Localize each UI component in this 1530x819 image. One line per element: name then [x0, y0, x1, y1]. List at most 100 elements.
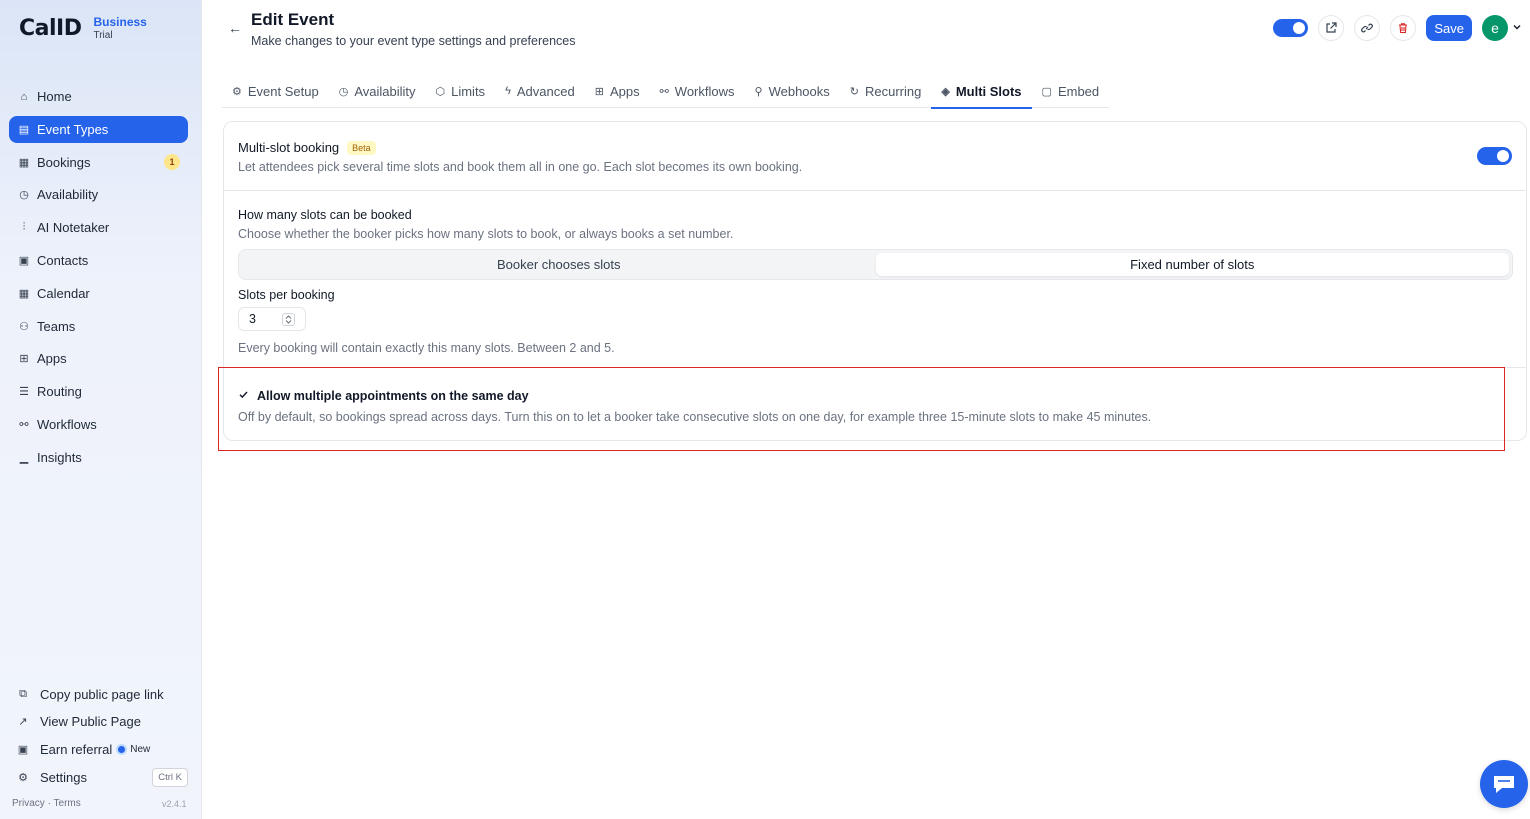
multi-slot-toggle[interactable] [1477, 147, 1512, 165]
multi-slot-header: Multi-slot booking Beta Let attendees pi… [224, 122, 1526, 191]
multi-slot-card: Multi-slot booking Beta Let attendees pi… [223, 121, 1527, 441]
back-arrow-icon[interactable]: ← [228, 20, 242, 36]
tab-workflows[interactable]: ⚯ Workflows [650, 74, 745, 108]
sidebar-item-label: Apps [37, 351, 67, 367]
sidebar-item-label: Workflows [37, 416, 97, 432]
sidebar-item-apps[interactable]: ⊞ Apps [9, 345, 188, 372]
terms-link[interactable]: Terms [54, 798, 81, 809]
sidebar-item-label: Event Types [37, 121, 109, 137]
new-badge: New [130, 743, 151, 755]
tab-apps[interactable]: ⊞ Apps [585, 74, 650, 108]
tab-embed-icon: ▢ [1041, 85, 1052, 98]
sidebar-bottom-view-public-page[interactable]: ↗ View Public Page [16, 711, 188, 733]
stepper-arrows-icon[interactable] [282, 313, 295, 326]
chat-icon [1494, 776, 1514, 793]
chat-button[interactable] [1480, 760, 1528, 808]
delete-button[interactable] [1390, 15, 1417, 41]
sidebar-bottom-settings[interactable]: ⚙ Settings Ctrl K [16, 766, 188, 788]
divider [224, 367, 1526, 368]
slots-count-description: Choose whether the booker picks how many… [238, 227, 734, 241]
sidebar-item-calendar[interactable]: ▦ Calendar [9, 280, 188, 307]
link-icon [1361, 23, 1374, 33]
privacy-link[interactable]: Privacy [12, 798, 45, 809]
tab-recurring[interactable]: ↻ Recurring [840, 74, 932, 108]
tab-label: Embed [1057, 83, 1100, 99]
external-link-button[interactable] [1318, 15, 1345, 41]
tab-label: Apps [609, 83, 640, 99]
sidebar-item-label: AI Notetaker [37, 220, 110, 236]
slots-count-title: How many slots can be booked [238, 208, 412, 222]
sidebar-bottom-earn-referral[interactable]: ▣ Earn referral New [16, 738, 188, 760]
sidebar-bottom-nav: ⧉ Copy public page link ↗ View Public Page ▣… [16, 683, 188, 794]
slots-per-booking-label: Slots per booking [238, 288, 335, 302]
sidebar: CalID Business Trial ⌂ Home ▤ Event Types ▦ B… [0, 0, 202, 819]
contact-icon: ▣ [18, 254, 30, 267]
allow-same-day-checkbox[interactable]: Allow multiple appointments on the same … [238, 389, 529, 403]
tab-label: Availability [354, 83, 416, 99]
brand[interactable]: CalID Business Trial [19, 16, 147, 42]
copy-link-button[interactable] [1354, 15, 1381, 41]
plan-badge: Business Trial [93, 16, 146, 42]
sidebar-item-teams[interactable]: ⚇ Teams [9, 313, 188, 340]
booker-chooses-option[interactable]: Booker chooses slots [242, 253, 876, 276]
sidebar-item-home[interactable]: ⌂ Home [9, 83, 188, 110]
gift-icon: ▣ [17, 743, 29, 756]
sidebar-item-label: Routing [37, 384, 82, 400]
tab-event-setup[interactable]: ⚙ Event Setup [222, 74, 329, 108]
footer-links: Privacy · Terms [12, 798, 81, 809]
tab-advanced-icon: ϟ [505, 85, 511, 97]
sidebar-item-availability[interactable]: ◷ Availability [9, 181, 188, 208]
page-subtitle: Make changes to your event type settings… [251, 34, 576, 48]
sidebar-item-contacts[interactable]: ▣ Contacts [9, 247, 188, 274]
check-icon [238, 389, 249, 403]
avatar[interactable]: e [1482, 15, 1508, 41]
tab-availability[interactable]: ◷ Availability [329, 74, 426, 108]
sidebar-item-label: Calendar [37, 285, 90, 301]
tab-multi-slots[interactable]: ◈ Multi Slots [931, 74, 1032, 109]
slots-per-booking-hint: Every booking will contain exactly this … [238, 341, 615, 355]
slots-per-booking-stepper[interactable]: 3 [238, 307, 306, 331]
version: v2.4.1 [162, 799, 187, 809]
sidebar-item-bookings[interactable]: ▦ Bookings 1 [9, 149, 188, 176]
save-button[interactable]: Save [1426, 15, 1472, 41]
sidebar-item-event-types[interactable]: ▤ Event Types [9, 115, 188, 143]
users-icon: ⚇ [19, 320, 29, 333]
tab-event-setup-icon: ⚙ [232, 85, 242, 98]
tab-label: Recurring [864, 83, 922, 99]
chevron-down-icon[interactable] [1512, 22, 1522, 35]
grid-icon: ⊞ [19, 353, 29, 366]
event-tabs: ⚙ Event Setup ◷ Availability ⬡ Limits ϟ Advance… [222, 74, 1110, 109]
multi-slot-title: Multi-slot booking Beta [238, 140, 376, 155]
slots-per-booking-value: 3 [249, 312, 256, 326]
tab-limits[interactable]: ⬡ Limits [426, 74, 496, 108]
tab-label: Workflows [674, 83, 735, 99]
event-enabled-toggle[interactable] [1273, 19, 1309, 37]
clock-icon: ◷ [19, 189, 29, 202]
sidebar-item-routing[interactable]: ☰ Routing [9, 378, 188, 405]
sidebar-item-insights[interactable]: ▁ Insights [9, 444, 188, 471]
copy-icon: ⧉ [19, 687, 27, 700]
sidebar-item-label: Contacts [37, 252, 89, 268]
multi-slot-description: Let attendees pick several time slots an… [238, 160, 803, 174]
workflow-icon: ⚯ [19, 418, 29, 431]
sidebar-bottom-label: Copy public page link [40, 686, 164, 702]
fixed-number-option[interactable]: Fixed number of slots [875, 253, 1509, 276]
header-actions: Save e [1273, 15, 1522, 41]
tab-webhooks[interactable]: ⚲ Webhooks [745, 74, 840, 108]
sidebar-item-ai-notetaker[interactable]: ⫶ AI Notetaker [9, 214, 188, 241]
chart-icon: ▁ [19, 451, 29, 464]
slots-mode-segmented-control: Booker chooses slots Fixed number of slo… [238, 249, 1513, 280]
tab-label: Limits [451, 83, 486, 99]
bookings-count-badge: 1 [164, 154, 180, 171]
tab-webhooks-icon: ⚲ [754, 85, 763, 98]
footer-sep: · [44, 798, 54, 809]
sidebar-item-workflows[interactable]: ⚯ Workflows [9, 411, 188, 438]
tab-advanced[interactable]: ϟ Advanced [495, 74, 585, 108]
page-title: Edit Event [251, 10, 335, 29]
sidebar-bottom-copy-public-page-link[interactable]: ⧉ Copy public page link [16, 683, 188, 705]
tab-label: Webhooks [768, 83, 830, 99]
new-dot-icon [118, 745, 126, 753]
multi-slot-title-text: Multi-slot booking [238, 140, 340, 155]
tab-embed[interactable]: ▢ Embed [1032, 74, 1110, 108]
home-icon: ⌂ [20, 90, 28, 103]
